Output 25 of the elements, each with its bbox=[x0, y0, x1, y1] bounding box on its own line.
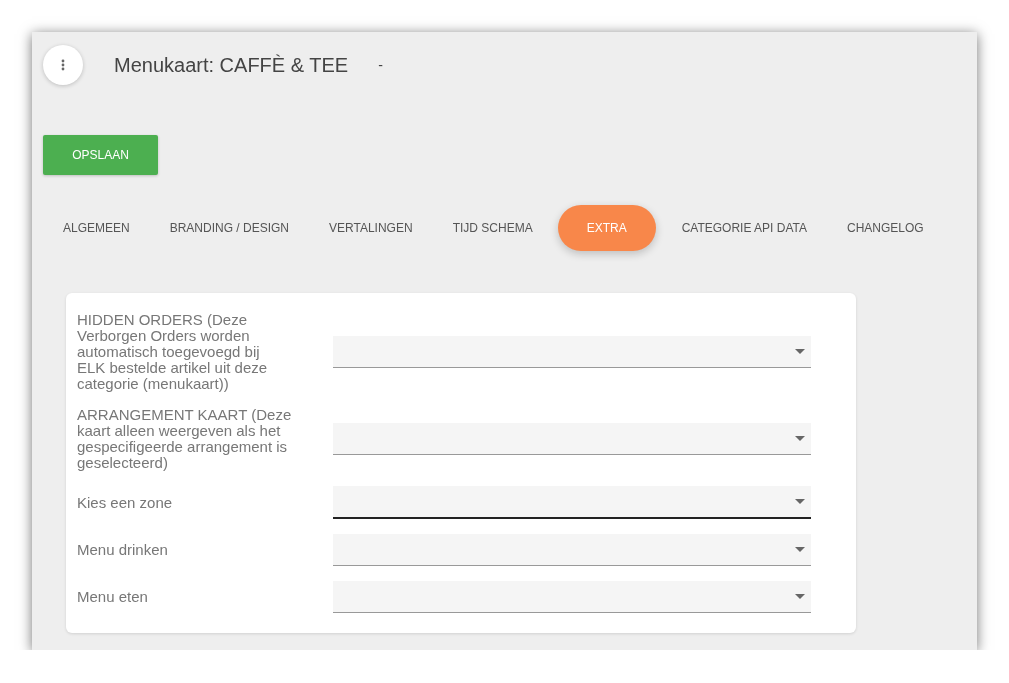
dropdown-caret-icon bbox=[795, 594, 805, 599]
more-vertical-icon bbox=[61, 59, 65, 71]
select-field[interactable] bbox=[333, 581, 811, 613]
tab[interactable]: VERTALINGEN bbox=[309, 205, 433, 251]
dropdown-caret-icon bbox=[795, 499, 805, 504]
page-title: Menukaart: CAFFÈ & TEE bbox=[114, 53, 349, 77]
field-label: ARRANGEMENT KAART (Deze kaart alleen weergeven als het gespecifigeerde arrangement is geselecteerd) bbox=[77, 407, 292, 471]
field-label: HIDDEN ORDERS (Deze Verborgen Orders worden automatisch toegevoegd bij ELK bestelde artikel uit deze categorie (menukaart)) bbox=[77, 312, 269, 392]
tab[interactable]: CHANGELOG bbox=[827, 205, 944, 251]
select-field[interactable] bbox=[333, 336, 811, 368]
tab[interactable]: CATEGORIE API DATA bbox=[661, 205, 827, 251]
tab[interactable]: TIJD SCHEMA bbox=[432, 205, 553, 251]
field-label: Kies een zone bbox=[77, 494, 174, 511]
select-field[interactable] bbox=[333, 486, 811, 519]
dropdown-caret-icon bbox=[795, 349, 805, 354]
tab[interactable]: BRANDING / DESIGN bbox=[149, 205, 310, 251]
tab[interactable]: ALGEMEEN bbox=[43, 205, 150, 251]
page-subtitle: - bbox=[378, 57, 383, 73]
select-field[interactable] bbox=[333, 423, 811, 455]
field-label: Menu eten bbox=[77, 589, 149, 605]
menu-button[interactable] bbox=[43, 45, 83, 85]
select-field[interactable] bbox=[333, 534, 811, 566]
dropdown-caret-icon bbox=[795, 547, 805, 552]
field-label: Menu drinken bbox=[77, 542, 169, 558]
dropdown-caret-icon bbox=[795, 436, 805, 441]
